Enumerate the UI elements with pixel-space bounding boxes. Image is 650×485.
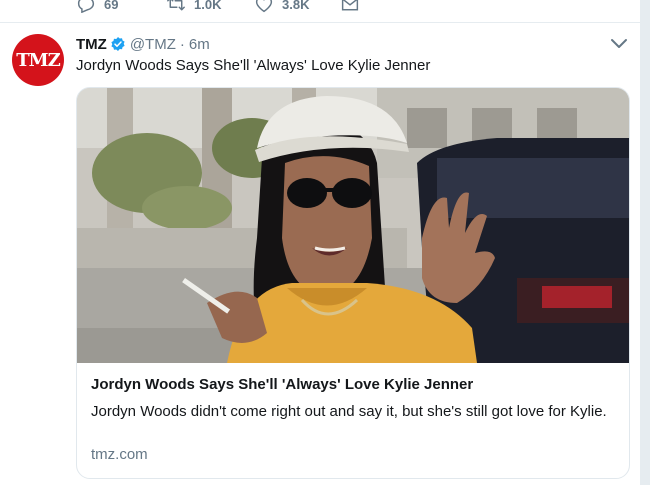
retweet-icon bbox=[167, 0, 185, 11]
like-count: 3.8K bbox=[282, 0, 310, 12]
tweet-header: TMZ @TMZ · 6m bbox=[76, 34, 210, 54]
card-image[interactable] bbox=[77, 88, 629, 363]
separator-dot: · bbox=[179, 35, 185, 53]
card-title[interactable]: Jordyn Woods Says She'll 'Always' Love K… bbox=[91, 376, 473, 393]
previous-tweet-actions: 69 1.0K 3.8K bbox=[0, 0, 640, 23]
tweet[interactable]: TMZ TMZ @TMZ · 6m Jordyn Woods Says She'… bbox=[0, 22, 640, 485]
link-card[interactable]: Jordyn Woods Says She'll 'Always' Love K… bbox=[76, 87, 630, 479]
reply-icon bbox=[77, 0, 95, 13]
reply-button[interactable]: 69 bbox=[76, 0, 118, 14]
direct-message-button[interactable] bbox=[340, 0, 368, 14]
direct-message-icon bbox=[341, 0, 359, 11]
card-domain[interactable]: tmz.com bbox=[91, 446, 148, 463]
author-handle[interactable]: @TMZ bbox=[130, 36, 176, 53]
retweet-button[interactable]: 1.0K bbox=[166, 0, 221, 14]
like-button[interactable]: 3.8K bbox=[254, 0, 309, 14]
tweet-text: Jordyn Woods Says She'll 'Always' Love K… bbox=[76, 57, 431, 74]
author-name[interactable]: TMZ bbox=[76, 36, 107, 53]
avatar[interactable]: TMZ bbox=[12, 34, 64, 86]
reply-count: 69 bbox=[104, 0, 119, 12]
timeline-feed: 69 1.0K 3.8K TMZ TMZ @TMZ · 6m Jordyn Wo… bbox=[0, 0, 640, 485]
retweet-count: 1.0K bbox=[194, 0, 222, 12]
card-description: Jordyn Woods didn't come right out and s… bbox=[91, 403, 607, 420]
verified-badge-icon bbox=[111, 37, 125, 51]
chevron-down-icon[interactable] bbox=[610, 38, 628, 50]
tweet-timestamp[interactable]: 6m bbox=[189, 36, 210, 53]
scrollbar-track[interactable] bbox=[640, 0, 650, 485]
like-icon bbox=[255, 0, 273, 13]
avatar-logo-text: TMZ bbox=[16, 49, 60, 71]
